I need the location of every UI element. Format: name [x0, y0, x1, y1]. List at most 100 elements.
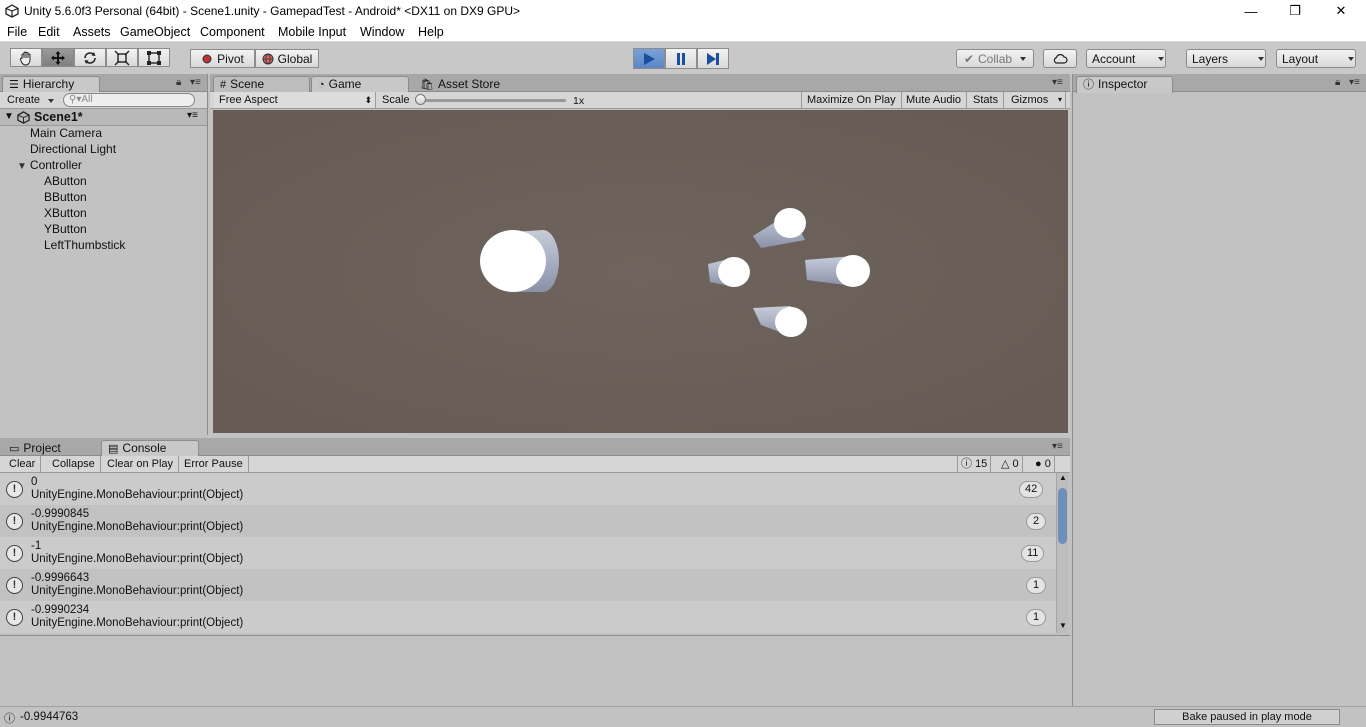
warning-icon: △: [1001, 458, 1010, 470]
hierarchy-item-ybutton[interactable]: YButton: [0, 221, 207, 237]
tab-hierarchy[interactable]: ☰ Hierarchy: [2, 76, 100, 93]
info-filter-toggle[interactable]: ⓘ 15: [957, 456, 992, 472]
mute-audio-toggle[interactable]: Mute Audio: [901, 92, 968, 108]
tab-inspector[interactable]: ⓘ Inspector: [1076, 76, 1173, 93]
move-tool-button[interactable]: [42, 48, 74, 67]
close-button[interactable]: ✕: [1318, 0, 1364, 22]
create-dropdown[interactable]: Create: [4, 92, 59, 108]
menu-gameobject[interactable]: GameObject: [120, 25, 190, 39]
stats-toggle[interactable]: Stats: [968, 92, 1005, 108]
tab-game[interactable]: ◔ Game: [311, 76, 409, 93]
cloud-button[interactable]: [1043, 49, 1077, 68]
console-entry[interactable]: ! -0.9990845 UnityEngine.MonoBehaviour:p…: [0, 505, 1056, 537]
pivot-global-group: Pivot Global: [190, 49, 319, 68]
tab-project-label: Project: [23, 441, 61, 455]
menu-assets[interactable]: Assets: [73, 25, 111, 39]
hierarchy-item-bbutton[interactable]: BButton: [0, 189, 207, 205]
updown-arrows-icon: ⬍: [364, 95, 372, 105]
rotate-tool-button[interactable]: [74, 48, 106, 67]
hierarchy-item-leftthumbstick[interactable]: LeftThumbstick: [0, 237, 207, 253]
menu-edit[interactable]: Edit: [38, 25, 60, 39]
transform-tools: [10, 48, 170, 67]
layout-dropdown[interactable]: Layout: [1276, 49, 1356, 68]
game-view[interactable]: [213, 110, 1068, 433]
console-entry-count: 42: [1019, 481, 1044, 498]
collab-label: Collab: [978, 51, 1013, 66]
info-log-icon: !: [6, 545, 23, 562]
stats-label: Stats: [973, 94, 999, 106]
scale-slider-track[interactable]: [420, 99, 566, 102]
tab-project[interactable]: ▭ Project: [2, 440, 99, 456]
tab-console[interactable]: ▤ Console: [101, 440, 199, 457]
status-last-log[interactable]: -0.9944763: [20, 711, 78, 723]
menu-component[interactable]: Component: [200, 25, 265, 39]
console-scrollbar-thumb[interactable]: [1058, 488, 1067, 544]
global-toggle[interactable]: Global: [255, 49, 319, 68]
pause-button[interactable]: [665, 48, 697, 69]
menu-mobile-input[interactable]: Mobile Input: [278, 25, 346, 39]
console-entry[interactable]: ! -0.9996643 UnityEngine.MonoBehaviour:p…: [0, 569, 1056, 601]
hierarchy-item-xbutton[interactable]: XButton: [0, 205, 207, 221]
scene-header-row[interactable]: ▼ Scene1* ▾≡: [0, 109, 207, 126]
panel-menu-icon[interactable]: ▾≡: [190, 77, 201, 88]
account-dropdown[interactable]: Account: [1086, 49, 1166, 68]
menu-help[interactable]: Help: [418, 25, 444, 39]
rect-tool-button[interactable]: [138, 48, 170, 67]
layers-dropdown[interactable]: Layers: [1186, 49, 1266, 68]
maximize-on-play-toggle[interactable]: Maximize On Play: [801, 92, 902, 108]
error-pause-label: Error Pause: [184, 458, 243, 470]
hand-icon: [19, 51, 31, 66]
gizmos-dropdown[interactable]: Gizmos ▾: [1006, 92, 1066, 108]
play-button[interactable]: [633, 48, 665, 69]
collapse-toggle[interactable]: Collapse: [47, 456, 101, 472]
hierarchy-item-abutton[interactable]: AButton: [0, 173, 207, 189]
scene-menu-icon[interactable]: ▾≡: [187, 110, 198, 121]
console-entry[interactable]: ! -0.9990234 UnityEngine.MonoBehaviour:p…: [0, 601, 1056, 633]
tab-asset-store-label: Asset Store: [437, 77, 500, 91]
panel-menu-icon[interactable]: ▾≡: [1349, 77, 1360, 88]
gizmos-label: Gizmos: [1011, 94, 1049, 106]
scale-slider-thumb[interactable]: [415, 94, 426, 105]
scene-foldout-icon[interactable]: ▼: [4, 111, 14, 122]
create-label: Create: [7, 94, 41, 106]
scroll-up-icon[interactable]: ▲: [1059, 473, 1067, 482]
clear-on-play-toggle[interactable]: Clear on Play: [102, 456, 180, 472]
scale-tool-button[interactable]: [106, 48, 138, 67]
tab-scene[interactable]: # Scene: [213, 76, 310, 92]
pivot-label: Pivot: [217, 51, 244, 66]
error-filter-toggle[interactable]: ● 0: [1032, 456, 1055, 472]
step-button[interactable]: [697, 48, 729, 69]
hierarchy-item-controller[interactable]: ▼ Controller: [0, 157, 207, 173]
pivot-toggle[interactable]: Pivot: [190, 49, 255, 68]
hierarchy-search-input[interactable]: ⚲▾All: [63, 93, 195, 107]
error-pause-toggle[interactable]: Error Pause: [179, 456, 249, 472]
console-scrollbar[interactable]: ▲ ▼: [1056, 473, 1068, 633]
hierarchy-item-label: YButton: [44, 222, 87, 236]
menu-file[interactable]: File: [7, 25, 27, 39]
clear-button[interactable]: Clear: [4, 456, 42, 472]
panel-menu-icon[interactable]: ▾≡: [1052, 441, 1063, 452]
bake-progress-bar: Bake paused in play mode: [1154, 709, 1340, 725]
console-entry-source: UnityEngine.MonoBehaviour:print(Object): [31, 585, 244, 597]
collab-dropdown[interactable]: ✔ Collab: [956, 49, 1034, 68]
warning-filter-toggle[interactable]: △ 0: [998, 456, 1023, 472]
menu-window[interactable]: Window: [360, 25, 404, 39]
tab-asset-store[interactable]: 🛍︎ Asset Store: [413, 76, 511, 92]
cloud-icon: [1053, 53, 1068, 64]
lock-icon[interactable]: 🔒︎: [1335, 77, 1340, 88]
hierarchy-item-main-camera[interactable]: Main Camera: [0, 125, 207, 141]
mute-audio-label: Mute Audio: [906, 94, 962, 106]
minimize-button[interactable]: —: [1228, 0, 1274, 22]
error-icon: ●: [1035, 458, 1042, 470]
hierarchy-item-directional-light[interactable]: Directional Light: [0, 141, 207, 157]
panel-menu-icon[interactable]: ▾≡: [1052, 77, 1063, 88]
console-entry[interactable]: ! 0 UnityEngine.MonoBehaviour:print(Obje…: [0, 473, 1056, 505]
store-bag-icon: 🛍︎: [420, 79, 434, 91]
scroll-down-icon[interactable]: ▼: [1059, 621, 1067, 630]
hand-tool-button[interactable]: [10, 48, 42, 67]
console-entry[interactable]: ! -1 UnityEngine.MonoBehaviour:print(Obj…: [0, 537, 1056, 569]
aspect-dropdown[interactable]: Free Aspect ⬍: [214, 92, 376, 108]
maximize-button[interactable]: ❐: [1272, 0, 1318, 22]
foldout-expanded-icon[interactable]: ▼: [17, 161, 27, 172]
lock-icon[interactable]: 🔒︎: [176, 77, 181, 88]
